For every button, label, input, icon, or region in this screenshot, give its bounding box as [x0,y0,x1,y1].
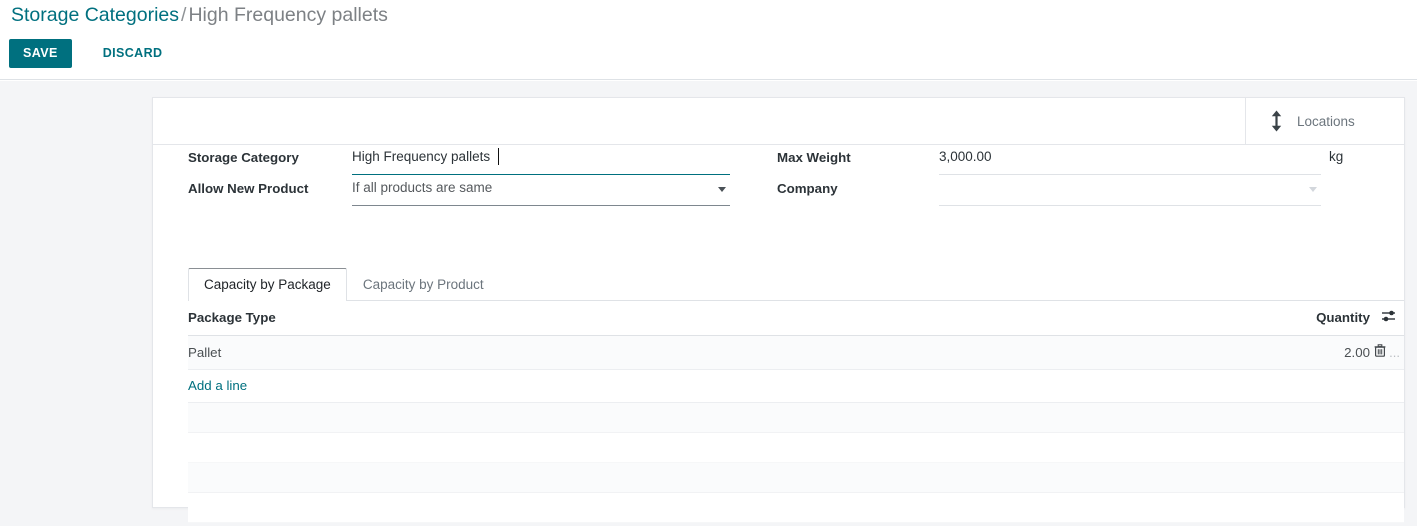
form-fields-area: Storage Category High Frequency pallets … [153,145,1404,235]
field-control-storage-category[interactable]: High Frequency pallets [352,145,730,175]
sliders-icon[interactable] [1381,309,1396,326]
add-a-line-row[interactable]: Add a line [188,369,1404,403]
allow-new-product-select[interactable]: If all products are same [352,180,492,195]
notebook-tabs: Capacity by Package Capacity by Product [188,268,1404,301]
breadcrumb: Storage Categories / High Frequency pallet… [11,2,388,28]
field-label-storage-category: Storage Category [188,150,299,165]
breadcrumb-root-link[interactable]: Storage Categories [11,4,179,26]
form-group-right: Max Weight 3,000.00 kg Company [777,145,1357,207]
filler-row [188,433,1404,463]
add-a-line-cell: Add a line [188,369,1404,403]
filler-row [188,403,1404,433]
field-control-company[interactable] [939,176,1321,206]
notebook: Capacity by Package Capacity by Product … [153,268,1404,523]
optional-columns-toggle[interactable] [1370,301,1404,336]
row-actions: ... [1370,335,1404,370]
trash-icon[interactable] [1374,344,1390,360]
arrows-vertical-icon [1270,110,1283,132]
field-underline [939,174,1321,175]
field-company: Company [777,176,1357,207]
tab-capacity-by-package[interactable]: Capacity by Package [188,268,347,301]
column-header-package-type: Package Type [188,301,1288,336]
smart-button-locations[interactable]: Locations [1245,98,1404,144]
list-filler-rows [188,403,1404,523]
breadcrumb-current: High Frequency pallets [188,4,388,26]
record-action-buttons: SAVE DISCARD [9,39,175,68]
filler-row [188,493,1404,523]
chevron-down-icon[interactable] [718,187,726,192]
field-underline [352,205,730,206]
field-label-max-weight: Max Weight [777,150,851,165]
text-caret [498,148,499,165]
table-row[interactable]: Pallet 2.00 ... [188,335,1404,370]
row-overflow-ellipsis: ... [1389,345,1400,360]
field-max-weight: Max Weight 3,000.00 kg [777,145,1357,176]
capacity-by-package-list: Package Type Quantity Pallet 2.00 ... Ad… [188,301,1404,403]
form-group-left: Storage Category High Frequency pallets … [188,145,768,207]
field-underline [352,174,730,175]
field-control-max-weight[interactable]: 3,000.00 [939,145,1321,175]
form-sheet: Locations Storage Category High Frequenc… [152,97,1405,523]
field-control-allow-new-product[interactable]: If all products are same [352,176,730,206]
column-header-quantity: Quantity [1288,301,1370,336]
cell-package-type[interactable]: Pallet [188,335,1288,370]
smart-button-label: Locations [1297,113,1355,129]
capacity-table: Package Type Quantity Pallet 2.00 ... Ad… [188,301,1404,403]
control-panel: Storage Categories / High Frequency pallet… [0,0,1417,80]
max-weight-unit: kg [1329,149,1344,164]
cell-quantity[interactable]: 2.00 [1288,335,1370,370]
field-underline [939,205,1321,206]
table-header-row: Package Type Quantity [188,301,1404,336]
chevron-down-icon[interactable] [1309,187,1317,192]
discard-button[interactable]: DISCARD [90,39,176,68]
max-weight-input[interactable]: 3,000.00 [939,149,992,164]
field-storage-category: Storage Category High Frequency pallets [188,145,768,176]
storage-category-input[interactable]: High Frequency pallets [352,149,490,164]
field-allow-new-product: Allow New Product If all products are sa… [188,176,768,207]
filler-row [188,463,1404,493]
smart-button-box: Locations [153,98,1404,145]
field-label-allow-new-product: Allow New Product [188,181,309,196]
save-button[interactable]: SAVE [9,39,72,68]
field-label-company: Company [777,181,838,196]
tab-capacity-by-product[interactable]: Capacity by Product [347,268,500,301]
add-a-line-link[interactable]: Add a line [188,378,247,393]
